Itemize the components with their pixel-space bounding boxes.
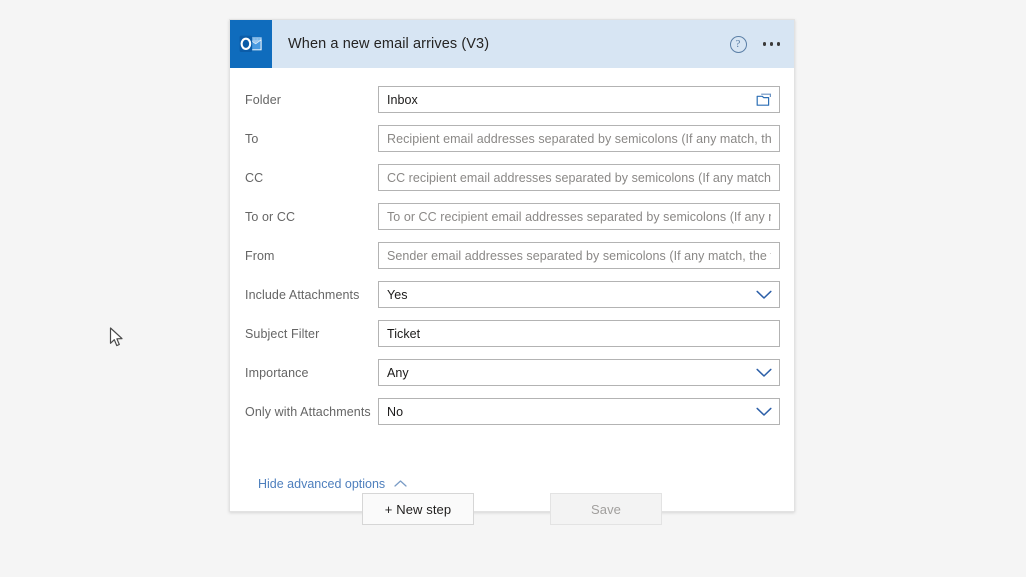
input-to-or-cc[interactable]: To or CC recipient email addresses separ… [378, 203, 780, 230]
folder-picker-icon[interactable] [756, 93, 772, 107]
input-from[interactable]: Sender email addresses separated by semi… [378, 242, 780, 269]
field-value: Recipient email addresses separated by s… [387, 131, 771, 146]
chevron-down-icon[interactable] [756, 368, 772, 378]
form-row: To or CC To or CC recipient email address… [244, 199, 780, 234]
form-row: To Recipient email addresses separated by… [244, 121, 780, 156]
field-label: To or CC [245, 209, 296, 224]
input-folder[interactable]: Inbox [378, 86, 780, 113]
new-step-button[interactable]: + New step [362, 493, 474, 525]
field-value: Ticket [387, 326, 421, 341]
card-title: When a new email arrives (V3) [288, 36, 490, 52]
input-to[interactable]: Recipient email addresses separated by s… [378, 125, 780, 152]
field-value: To or CC recipient email addresses separ… [387, 209, 771, 224]
form-row: Folder Inbox [244, 82, 780, 117]
field-value: No [387, 404, 404, 419]
input-cc[interactable]: CC recipient email addresses separated b… [378, 164, 780, 191]
chevron-down-icon[interactable] [756, 407, 772, 417]
input-subject-filter[interactable]: Ticket [378, 320, 780, 347]
save-button[interactable]: Save [550, 493, 662, 525]
field-label: Subject Filter [245, 326, 320, 341]
ellipsis-icon[interactable] [761, 36, 783, 52]
field-value: Sender email addresses separated by semi… [387, 248, 771, 263]
hide-advanced-options-label: Hide advanced options [258, 477, 386, 491]
help-icon[interactable]: ? [729, 35, 747, 53]
field-value: Inbox [387, 92, 418, 107]
field-value: CC recipient email addresses separated b… [387, 170, 771, 185]
footer-actions: + New step Save [229, 493, 795, 525]
field-label: Folder [245, 92, 282, 107]
field-label: Only with Attachments [245, 404, 371, 419]
select-include-attachments[interactable]: Yes [378, 281, 780, 308]
card-header: When a new email arrives (V3) ? [230, 20, 794, 68]
header-actions: ? [729, 20, 783, 68]
field-value: Any [387, 365, 409, 380]
field-label: From [245, 248, 275, 263]
field-value: Yes [387, 287, 408, 302]
card-body: Folder Inbox To Recipient email addresses s… [230, 68, 794, 455]
arrow-cursor [109, 327, 125, 354]
field-label: To [245, 131, 259, 146]
flow-action-card: When a new email arrives (V3) ? Folder In… [229, 19, 795, 512]
hide-advanced-options-link[interactable]: Hide advanced options [244, 475, 407, 493]
field-label: CC [245, 170, 264, 185]
field-label: Include Attachments [245, 287, 360, 302]
field-label: Importance [245, 365, 309, 380]
form-row: Include Attachments Yes [244, 277, 780, 312]
outlook-icon [230, 20, 272, 68]
form-row: From Sender email addresses separated by … [244, 238, 780, 273]
form-row: Subject Filter Ticket [244, 316, 780, 351]
form-row: Only with Attachments No [244, 394, 780, 429]
chevron-down-icon[interactable] [756, 290, 772, 300]
chevron-up-icon [394, 475, 407, 493]
form-row: Importance Any [244, 355, 780, 390]
select-importance[interactable]: Any [378, 359, 780, 386]
form-row: CC CC recipient email addresses separated… [244, 160, 780, 195]
select-only-with-attachments[interactable]: No [378, 398, 780, 425]
